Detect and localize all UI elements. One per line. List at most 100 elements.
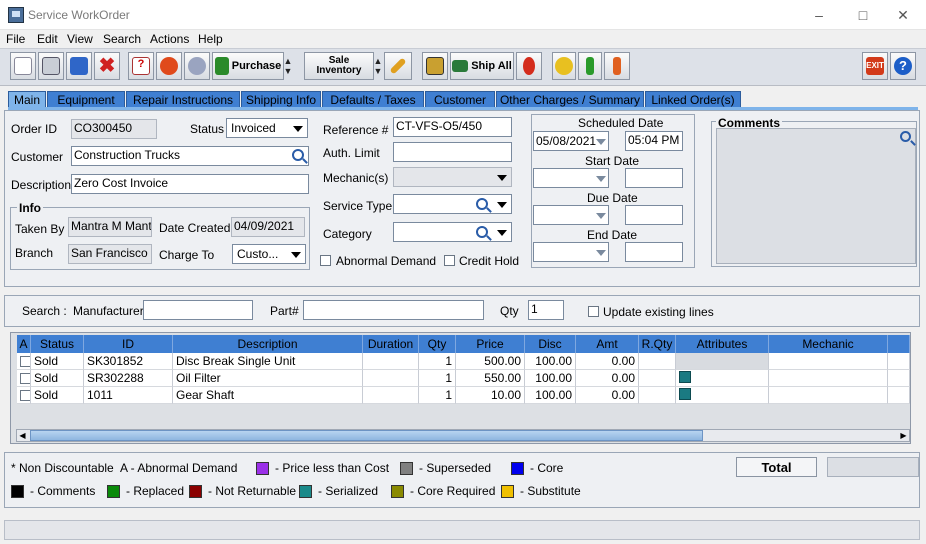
edit-button[interactable]: [384, 52, 412, 80]
status-select[interactable]: Invoiced: [226, 118, 308, 138]
delete-button[interactable]: ✖: [94, 52, 120, 80]
category-search-icon[interactable]: [476, 226, 488, 238]
cell-attributes[interactable]: [676, 387, 769, 404]
abnormal-demand-checkbox[interactable]: [320, 255, 331, 266]
tools-button[interactable]: [578, 52, 602, 80]
mechanic-button[interactable]: [552, 52, 576, 80]
cell-mechanic[interactable]: [769, 387, 888, 404]
save-button[interactable]: [66, 52, 92, 80]
col-status[interactable]: Status: [31, 335, 84, 353]
cell-status[interactable]: Sold: [31, 370, 84, 387]
cell-id[interactable]: SR302288: [84, 370, 173, 387]
cell-amt[interactable]: 0.00: [576, 353, 639, 370]
cell-duration[interactable]: [363, 387, 419, 404]
auth-limit-field[interactable]: [393, 142, 512, 162]
cell-attributes[interactable]: [676, 370, 769, 387]
cell-id[interactable]: SK301852: [84, 353, 173, 370]
cell-extra[interactable]: [888, 370, 910, 387]
qty-input[interactable]: 1: [528, 300, 564, 320]
col-mechanic[interactable]: Mechanic: [769, 335, 888, 353]
scroll-left-icon[interactable]: ◀: [17, 430, 28, 441]
cell-price[interactable]: 500.00: [456, 353, 525, 370]
tab-repair-instructions[interactable]: Repair Instructions: [126, 91, 240, 107]
purchase-button[interactable]: Purchase: [212, 52, 284, 80]
tab-other-charges-summary[interactable]: Other Charges / Summary: [496, 91, 644, 107]
comments-search-icon[interactable]: [900, 131, 911, 142]
due-time-field[interactable]: [625, 205, 683, 225]
cell-qty[interactable]: 1: [419, 370, 456, 387]
cell-rqty[interactable]: [639, 370, 676, 387]
cell-description[interactable]: Gear Shaft: [173, 387, 363, 404]
cell-qty[interactable]: 1: [419, 387, 456, 404]
tab-equipment[interactable]: Equipment: [47, 91, 125, 107]
cell-duration[interactable]: [363, 353, 419, 370]
col-id[interactable]: ID: [84, 335, 173, 353]
menu-help[interactable]: Help: [198, 32, 223, 46]
end-time-field[interactable]: [625, 242, 683, 262]
cell-price[interactable]: 550.00: [456, 370, 525, 387]
menu-search[interactable]: Search: [103, 32, 141, 46]
customer-search-icon[interactable]: [292, 149, 304, 161]
service-type-search-icon[interactable]: [476, 198, 488, 210]
cell-mechanic[interactable]: [769, 370, 888, 387]
due-date-picker[interactable]: [533, 205, 609, 225]
tab-defaults-taxes[interactable]: Defaults / Taxes: [322, 91, 424, 107]
new-button[interactable]: [10, 52, 36, 80]
cell-attributes[interactable]: [676, 353, 769, 370]
manufacturer-input[interactable]: [143, 300, 253, 320]
cell-amt[interactable]: 0.00: [576, 370, 639, 387]
col-disc[interactable]: Disc: [525, 335, 576, 353]
cell-status[interactable]: Sold: [31, 353, 84, 370]
col-description[interactable]: Description: [173, 335, 363, 353]
description-field[interactable]: Zero Cost Invoice: [71, 174, 309, 194]
menu-view[interactable]: View: [67, 32, 93, 46]
col-price[interactable]: Price: [456, 335, 525, 353]
purchase-dropdown-arrow[interactable]: ▲ ▼: [284, 52, 293, 80]
exit-button[interactable]: EXIT: [862, 52, 888, 80]
category-select[interactable]: [393, 222, 512, 242]
scan-button[interactable]: [422, 52, 448, 80]
scrollbar-thumb[interactable]: [30, 430, 703, 441]
comments-textarea[interactable]: [716, 128, 916, 264]
part-input[interactable]: [303, 300, 484, 320]
cell-description[interactable]: Oil Filter: [173, 370, 363, 387]
scheduled-time-field[interactable]: 05:04 PM: [625, 131, 683, 151]
col-attributes[interactable]: Attributes: [676, 335, 769, 353]
close-window-button[interactable]: ✕: [880, 0, 926, 30]
menu-actions[interactable]: Actions: [150, 32, 189, 46]
customer-field[interactable]: Construction Trucks: [71, 146, 309, 166]
tab-main[interactable]: Main: [8, 91, 46, 107]
update-existing-lines-checkbox[interactable]: [588, 306, 599, 317]
cell-disc[interactable]: 100.00: [525, 353, 576, 370]
tab-linked-orders[interactable]: Linked Order(s): [645, 91, 741, 107]
cell-extra[interactable]: [888, 353, 910, 370]
tab-shipping-info[interactable]: Shipping Info: [241, 91, 321, 107]
menu-edit[interactable]: Edit: [37, 32, 58, 46]
apple-button[interactable]: [516, 52, 542, 80]
minimize-button[interactable]: –: [796, 0, 842, 30]
cell-extra[interactable]: [888, 387, 910, 404]
row-checkbox[interactable]: [20, 373, 30, 384]
cell-rqty[interactable]: [639, 387, 676, 404]
row-checkbox[interactable]: [20, 356, 30, 367]
mechanics-select[interactable]: [393, 167, 512, 187]
cell-mechanic[interactable]: [769, 353, 888, 370]
cell-duration[interactable]: [363, 370, 419, 387]
col-rqty[interactable]: R.Qty: [639, 335, 676, 353]
cell-amt[interactable]: 0.00: [576, 387, 639, 404]
help-topic-button[interactable]: ?: [128, 52, 154, 80]
row-select-checkbox[interactable]: [17, 370, 31, 387]
ship-all-button[interactable]: Ship All: [450, 52, 514, 80]
tab-customer[interactable]: Customer: [425, 91, 495, 107]
cell-qty[interactable]: 1: [419, 353, 456, 370]
row-select-checkbox[interactable]: [17, 387, 31, 404]
col-qty[interactable]: Qty: [419, 335, 456, 353]
service-type-select[interactable]: [393, 194, 512, 214]
cell-status[interactable]: Sold: [31, 387, 84, 404]
scheduled-date-picker[interactable]: 05/08/2021: [533, 131, 609, 151]
cell-disc[interactable]: 100.00: [525, 387, 576, 404]
print-button[interactable]: [38, 52, 64, 80]
settings-button[interactable]: [184, 52, 210, 80]
col-a[interactable]: A: [17, 335, 31, 353]
help-button[interactable]: ?: [890, 52, 916, 80]
